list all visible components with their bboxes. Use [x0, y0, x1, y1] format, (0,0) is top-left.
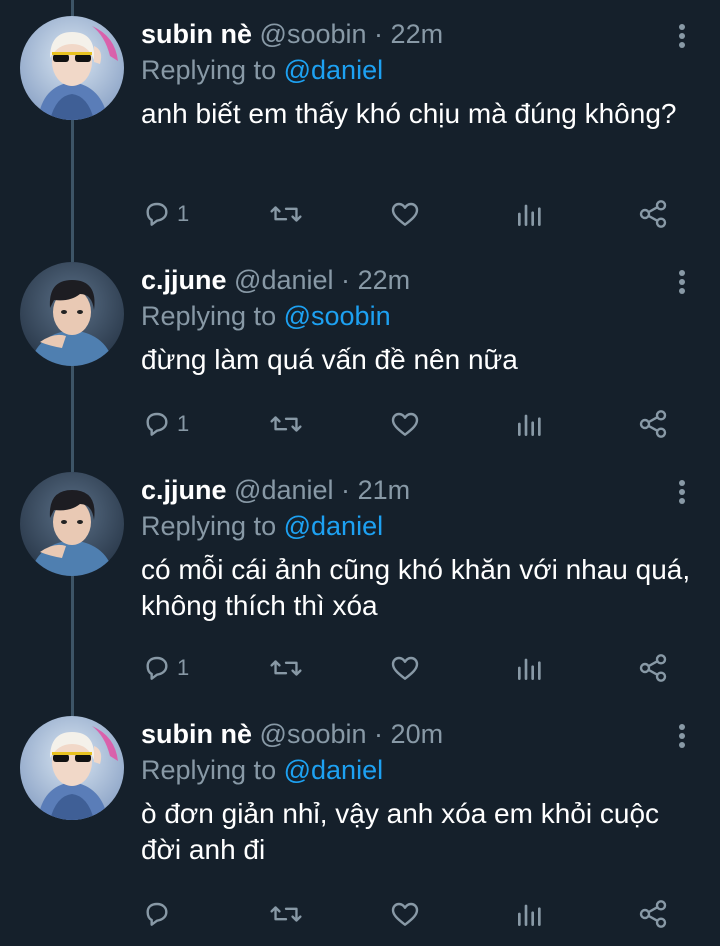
replying-to: Replying to @daniel	[141, 752, 383, 788]
display-name[interactable]: c.jjune	[141, 265, 227, 295]
retweet-button[interactable]	[269, 196, 303, 232]
replying-prefix: Replying to	[141, 511, 277, 541]
analytics-icon	[518, 904, 541, 926]
more-options-icon[interactable]	[678, 724, 686, 752]
analytics-icon	[518, 204, 541, 226]
tweet[interactable]: subin nè @soobin · 22m Replying to @dani…	[0, 16, 720, 246]
analytics-button[interactable]	[515, 406, 545, 442]
share-icon	[639, 200, 667, 228]
retweet-button[interactable]	[269, 650, 303, 686]
like-button[interactable]	[389, 650, 421, 686]
retweet-icon	[270, 906, 302, 922]
like-button[interactable]	[389, 896, 421, 932]
retweet-icon	[270, 660, 302, 676]
share-button[interactable]	[637, 406, 669, 442]
replying-prefix: Replying to	[141, 755, 277, 785]
like-icon	[391, 656, 419, 680]
share-button[interactable]	[637, 650, 669, 686]
more-options-icon[interactable]	[678, 480, 686, 508]
share-button[interactable]	[637, 196, 669, 232]
display-name[interactable]: subin nè	[141, 19, 252, 49]
analytics-button[interactable]	[515, 650, 545, 686]
like-button[interactable]	[389, 196, 421, 232]
retweet-icon	[270, 416, 302, 432]
mention-link[interactable]: @daniel	[284, 511, 383, 541]
replying-to: Replying to @daniel	[141, 52, 383, 88]
timestamp[interactable]: 22m	[358, 265, 411, 295]
display-name[interactable]: c.jjune	[141, 475, 227, 505]
tweet-text: ò đơn giản nhỉ, vậy anh xóa em khỏi cuộc…	[141, 798, 660, 865]
reply-icon	[146, 412, 168, 436]
action-bar: 1	[141, 406, 681, 442]
share-button[interactable]	[637, 896, 669, 932]
action-bar: 1	[141, 196, 681, 232]
analytics-button[interactable]	[515, 196, 545, 232]
timestamp[interactable]: 21m	[358, 475, 411, 505]
avatar[interactable]	[20, 716, 124, 820]
action-bar: 1	[141, 650, 681, 686]
tweet-header: subin nè @soobin · 20m	[141, 716, 443, 752]
reply-icon	[146, 902, 168, 926]
reply-count: 1	[177, 411, 190, 436]
analytics-icon	[518, 414, 541, 436]
tweet-text: đừng làm quá vấn đề nên nữa	[141, 344, 518, 375]
reply-icon	[146, 202, 168, 226]
share-icon	[639, 654, 667, 682]
separator-dot: ·	[374, 719, 384, 749]
like-icon	[391, 202, 419, 226]
tweet[interactable]: subin nè @soobin · 20m Replying to @dani…	[0, 716, 720, 946]
reply-button[interactable]: 1	[141, 406, 189, 442]
separator-dot: ·	[341, 475, 351, 505]
replying-prefix: Replying to	[141, 301, 277, 331]
tweet-header: c.jjune @daniel · 22m	[141, 262, 410, 298]
like-icon	[391, 902, 419, 926]
tweet-text: anh biết em thấy khó chịu mà đúng không?	[141, 98, 677, 129]
like-icon	[391, 412, 419, 436]
reply-button[interactable]: 1	[141, 196, 189, 232]
tweet[interactable]: c.jjune @daniel · 21m Replying to @danie…	[0, 472, 720, 702]
mention-link[interactable]: @daniel	[284, 755, 383, 785]
user-handle[interactable]: @soobin	[260, 719, 367, 749]
reply-count: 1	[177, 201, 190, 226]
user-handle[interactable]: @daniel	[234, 475, 333, 505]
mention-link[interactable]: @soobin	[284, 301, 391, 331]
reply-count: 1	[177, 655, 190, 680]
replying-to: Replying to @soobin	[141, 298, 391, 334]
avatar[interactable]	[20, 262, 124, 366]
reply-button[interactable]: 1	[141, 650, 189, 686]
retweet-icon	[270, 206, 302, 222]
replying-to: Replying to @daniel	[141, 508, 383, 544]
reply-button[interactable]	[141, 896, 177, 932]
reply-icon	[146, 656, 168, 680]
mention-link[interactable]: @daniel	[284, 55, 383, 85]
share-icon	[639, 900, 667, 928]
tweet-header: c.jjune @daniel · 21m	[141, 472, 410, 508]
user-handle[interactable]: @soobin	[260, 19, 367, 49]
action-bar	[141, 896, 681, 932]
share-icon	[639, 410, 667, 438]
separator-dot: ·	[374, 19, 384, 49]
thread-line	[71, 0, 74, 16]
display-name[interactable]: subin nè	[141, 719, 252, 749]
more-options-icon[interactable]	[678, 24, 686, 52]
replying-prefix: Replying to	[141, 55, 277, 85]
separator-dot: ·	[341, 265, 351, 295]
tweet-header: subin nè @soobin · 22m	[141, 16, 443, 52]
timestamp[interactable]: 20m	[391, 719, 444, 749]
analytics-button[interactable]	[515, 896, 545, 932]
retweet-button[interactable]	[269, 896, 303, 932]
timestamp[interactable]: 22m	[391, 19, 444, 49]
like-button[interactable]	[389, 406, 421, 442]
more-options-icon[interactable]	[678, 270, 686, 298]
avatar[interactable]	[20, 16, 124, 120]
user-handle[interactable]: @daniel	[234, 265, 333, 295]
analytics-icon	[518, 658, 541, 680]
retweet-button[interactable]	[269, 406, 303, 442]
avatar[interactable]	[20, 472, 124, 576]
tweet[interactable]: c.jjune @daniel · 22m Replying to @soobi…	[0, 262, 720, 462]
tweet-text: có mỗi cái ảnh cũng khó khăn với nhau qu…	[141, 554, 691, 621]
